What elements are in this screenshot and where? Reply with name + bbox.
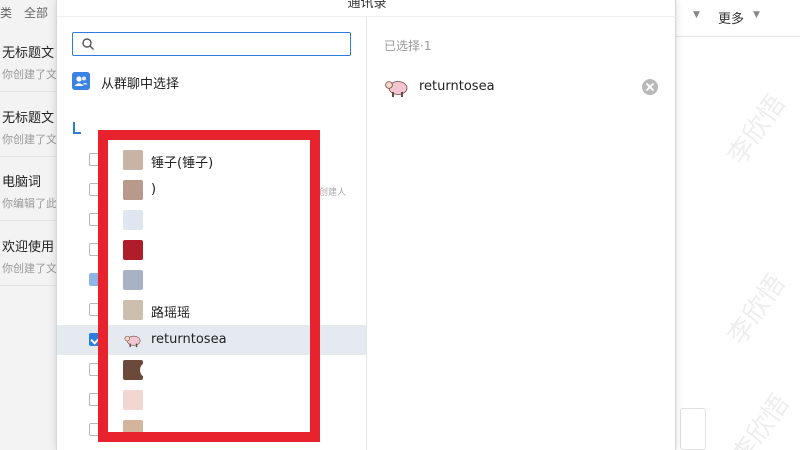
contact-checkbox[interactable] bbox=[89, 303, 102, 316]
avatar bbox=[123, 270, 143, 290]
divider bbox=[676, 36, 800, 37]
group-chat-icon bbox=[72, 72, 90, 90]
contacts-dialog: 通讯录 从群聊中选择 锤子(锤子)) 创建人 路瑶瑶 returntosea 已选择·… bbox=[56, 0, 677, 450]
contact-row[interactable] bbox=[57, 235, 367, 265]
more-menu[interactable]: 更多 bbox=[718, 8, 744, 27]
avatar bbox=[123, 390, 143, 410]
avatar bbox=[123, 300, 143, 320]
search-box[interactable] bbox=[72, 32, 351, 56]
search-input[interactable] bbox=[101, 35, 345, 53]
doc-tabs: 类 全部 bbox=[0, 0, 56, 22]
contact-name: returntosea bbox=[151, 332, 227, 347]
sheep-avatar-icon bbox=[385, 81, 408, 97]
chevron-down-icon[interactable]: ▼ bbox=[693, 10, 700, 20]
contact-checkbox[interactable] bbox=[89, 243, 102, 256]
section-marker bbox=[73, 122, 81, 134]
avatar bbox=[123, 330, 143, 350]
contact-picker: 从群聊中选择 锤子(锤子)) 创建人 路瑶瑶 returntosea bbox=[57, 17, 367, 450]
doc-item[interactable]: 无标题文 你创建了文 bbox=[0, 28, 56, 92]
contact-row[interactable] bbox=[57, 205, 367, 235]
contact-checkbox[interactable] bbox=[89, 183, 102, 196]
contact-row[interactable]: ) 创建人 bbox=[57, 175, 367, 205]
doc-item[interactable]: 电脑词 你编辑了此 bbox=[0, 157, 56, 221]
doc-title: 无标题文 bbox=[2, 46, 55, 61]
selected-pane: 已选择·1 returntosea bbox=[367, 17, 677, 450]
contact-row[interactable]: returntosea bbox=[57, 325, 367, 355]
contact-row[interactable]: 路瑶瑶 bbox=[57, 295, 367, 325]
contact-row[interactable] bbox=[57, 415, 367, 445]
from-group-label: 从群聊中选择 bbox=[101, 77, 180, 92]
contact-name: 锤子(锤子) bbox=[151, 156, 214, 171]
redaction-mask bbox=[140, 362, 192, 378]
redaction-mask bbox=[170, 181, 200, 197]
selected-count: 已选择·1 bbox=[384, 39, 432, 53]
search-icon bbox=[82, 38, 94, 50]
contact-checkbox[interactable] bbox=[89, 423, 102, 436]
contact-role-label: 创建人 bbox=[319, 188, 347, 198]
doc-list-sidebar: 类 全部 无标题文 你创建了文 无标题文 你创建了文 电脑词 你编辑了此 欢迎使… bbox=[0, 0, 56, 450]
doc-title: 无标题文 bbox=[2, 111, 55, 126]
contact-name: ) bbox=[151, 182, 157, 197]
tab-all[interactable]: 全部 bbox=[24, 4, 48, 21]
contact-row[interactable]: 锤子(锤子) bbox=[57, 145, 367, 175]
dialog-title: 通讯录 bbox=[347, 0, 387, 11]
avatar bbox=[123, 240, 143, 260]
avatar bbox=[123, 420, 143, 440]
remove-icon[interactable] bbox=[642, 79, 658, 95]
contact-row[interactable] bbox=[57, 385, 367, 415]
selected-contact-name: returntosea bbox=[419, 79, 495, 94]
chevron-down-icon[interactable]: ▼ bbox=[753, 10, 760, 20]
background-right-panel bbox=[676, 0, 800, 450]
avatar bbox=[123, 210, 143, 230]
contact-row[interactable] bbox=[57, 265, 367, 295]
select-from-group-chat[interactable]: 从群聊中选择 bbox=[72, 70, 272, 92]
background-card bbox=[680, 408, 706, 450]
selected-contact: returntosea bbox=[367, 72, 677, 102]
contact-row[interactable] bbox=[57, 355, 367, 385]
doc-item[interactable]: 无标题文 你创建了文 bbox=[0, 93, 56, 157]
contact-checkbox[interactable] bbox=[89, 363, 102, 376]
doc-title: 欢迎使用 bbox=[2, 240, 55, 255]
doc-subtitle: 你创建了文 bbox=[2, 133, 56, 146]
doc-subtitle: 你创建了文 bbox=[2, 68, 56, 81]
doc-subtitle: 你编辑了此 bbox=[2, 197, 56, 210]
doc-subtitle: 你创建了文 bbox=[2, 262, 56, 275]
tab-category[interactable]: 类 bbox=[0, 4, 12, 21]
avatar bbox=[123, 180, 143, 200]
contact-checkbox[interactable] bbox=[89, 153, 102, 166]
contact-checkbox[interactable] bbox=[89, 213, 102, 226]
doc-title: 电脑词 bbox=[2, 175, 42, 190]
contact-name: 路瑶瑶 bbox=[151, 306, 191, 321]
contact-checkbox[interactable] bbox=[89, 393, 102, 406]
contact-checkbox[interactable] bbox=[89, 273, 102, 286]
avatar bbox=[123, 150, 143, 170]
doc-item[interactable]: 欢迎使用 你创建了文 bbox=[0, 222, 56, 286]
contact-checkbox[interactable] bbox=[89, 333, 102, 346]
